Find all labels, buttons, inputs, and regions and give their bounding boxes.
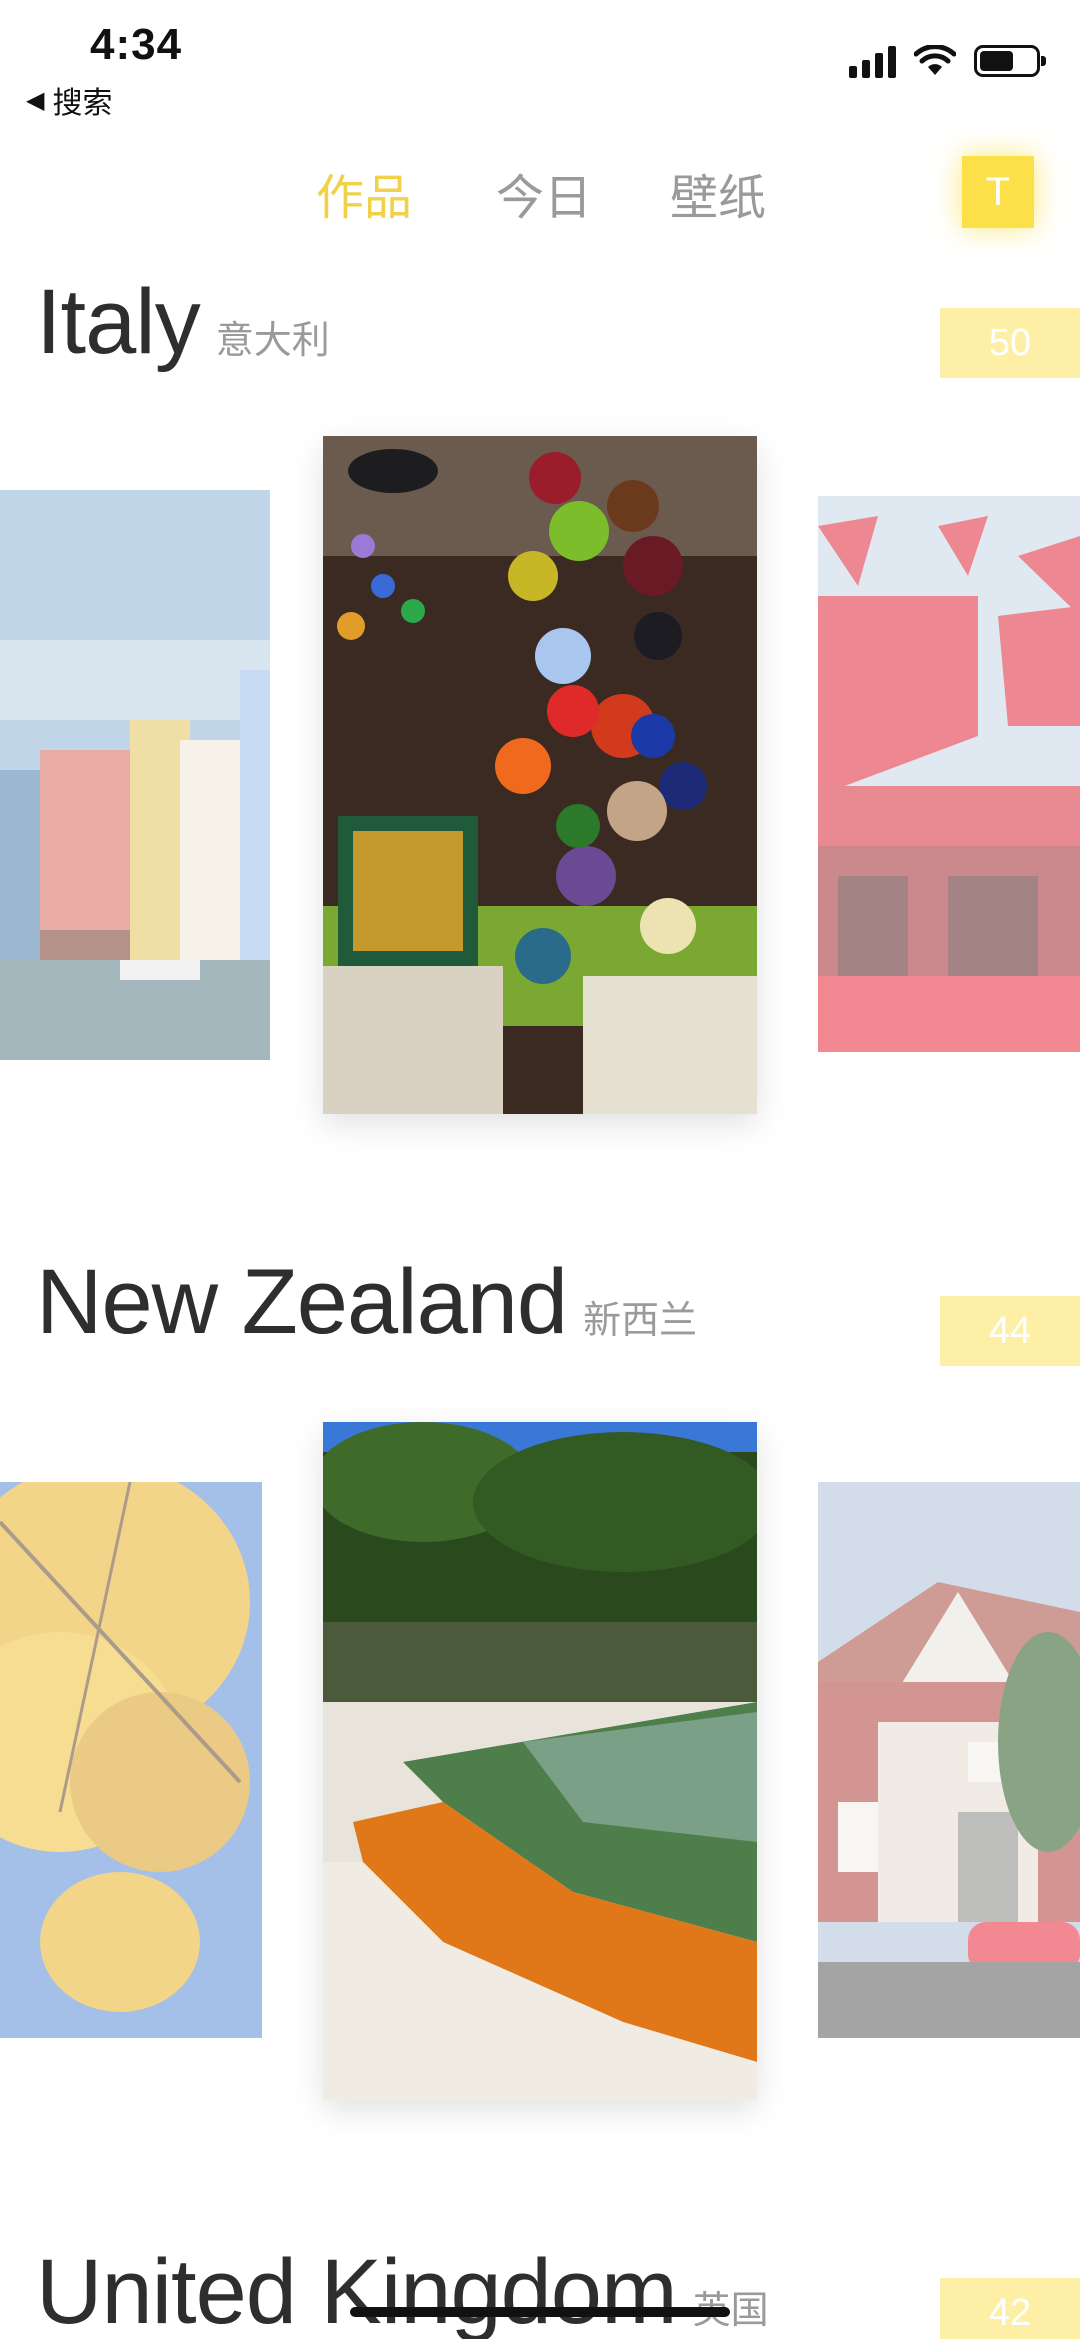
tab-wallpaper[interactable]: 壁纸 bbox=[670, 158, 766, 228]
photo-card-champagne-pool[interactable] bbox=[323, 1422, 757, 2100]
country-section-italy: Italy 意大利 50 bbox=[0, 270, 1080, 1130]
status-time: 4:34 bbox=[90, 20, 183, 69]
profile-avatar-button[interactable]: T bbox=[962, 156, 1034, 228]
country-section-new-zealand: New Zealand 新西兰 44 bbox=[0, 1250, 1080, 2110]
section-subtitle: 意大利 bbox=[215, 320, 330, 362]
section-count-badge[interactable]: 50 bbox=[940, 308, 1080, 378]
back-to-search-link[interactable]: ◀ 搜索 bbox=[26, 78, 112, 122]
section-title: United Kingdom bbox=[36, 2241, 678, 2339]
photo-card-autumn-tree[interactable] bbox=[0, 1482, 262, 2038]
back-arrow-icon: ◀ bbox=[26, 86, 45, 114]
battery-icon bbox=[974, 45, 1046, 77]
section-count-badge[interactable]: 44 bbox=[940, 1296, 1080, 1366]
photo-card-venice-festival[interactable] bbox=[818, 496, 1080, 1052]
section-count-badge[interactable]: 42 bbox=[940, 2278, 1080, 2339]
photo-card-brick-house[interactable] bbox=[818, 1482, 1080, 2038]
section-header[interactable]: Italy 意大利 bbox=[36, 270, 330, 375]
section-subtitle: 新西兰 bbox=[583, 1300, 698, 1342]
cellular-signal-icon bbox=[849, 44, 896, 78]
section-title: New Zealand bbox=[36, 1251, 568, 1353]
wifi-icon bbox=[914, 45, 956, 75]
status-icons bbox=[849, 44, 1046, 78]
tab-today[interactable]: 今日 bbox=[496, 158, 592, 228]
home-indicator[interactable] bbox=[350, 2307, 730, 2317]
tab-works[interactable]: 作品 bbox=[316, 158, 412, 228]
section-header[interactable]: New Zealand 新西兰 bbox=[36, 1250, 697, 1355]
top-nav: 作品 今日 壁纸 T bbox=[0, 150, 1080, 230]
status-bar: 4:34 ◀ 搜索 bbox=[0, 0, 1080, 130]
country-section-united-kingdom: United Kingdom 英国 42 bbox=[0, 2240, 1080, 2339]
photo-card-glass-balloons[interactable] bbox=[323, 436, 757, 1114]
photo-card-burano[interactable] bbox=[0, 490, 270, 1060]
section-title: Italy bbox=[36, 271, 201, 373]
section-header[interactable]: United Kingdom 英国 bbox=[36, 2240, 769, 2339]
back-label: 搜索 bbox=[52, 87, 113, 120]
